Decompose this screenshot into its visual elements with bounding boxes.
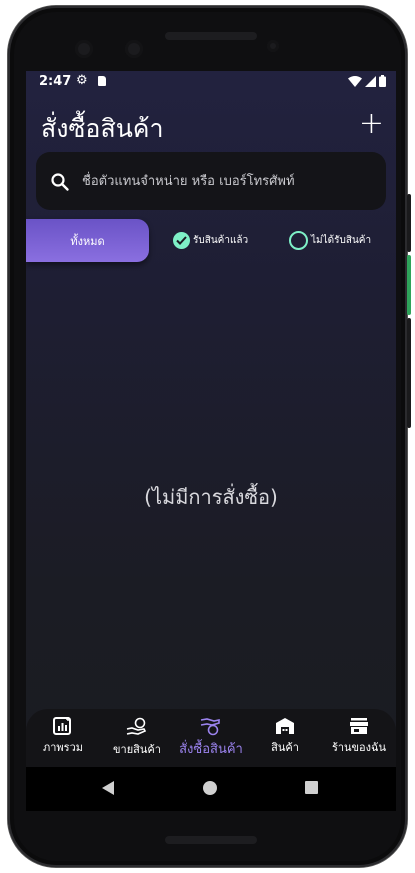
filter-not-received-label: ไม่ได้รับสินค้า [311,234,372,246]
recent-apps-icon[interactable] [305,781,318,794]
filter-all-button[interactable]: ทั้งหมด [26,219,149,262]
nav-item-order[interactable]: สั่งซื้อสินค้า [174,717,248,763]
nav-label-products: สินค้า [271,741,299,754]
status-bar: 2:47 ⚙ [26,71,396,93]
signal-icon [365,75,376,87]
nav-label-overview: ภาพรวม [42,741,83,754]
page-title: สั่งซื้อสินค้า [41,114,164,143]
status-icons [348,75,386,87]
camera-icon [75,40,93,58]
power-button [407,194,411,252]
nav-label-sell: ขายสินค้า [113,743,161,756]
radio-circle-icon [289,230,308,250]
sensor-icon [125,40,143,58]
system-nav-bar [26,767,396,811]
nav-label-order: สั่งซื้อสินค้า [179,742,243,757]
nav-item-overview[interactable]: ภาพรวม [26,717,100,763]
wifi-icon [348,75,362,87]
store-icon [350,718,368,734]
filter-not-received-option[interactable]: ไม่ได้รับสินค้า [289,229,371,251]
nav-item-my-store[interactable]: ร้านของฉัน [322,717,396,763]
volume-button [407,255,411,315]
battery-icon [379,75,386,87]
warehouse-icon [276,718,294,734]
empty-state-message: (ไม่มีการสั่งซื้อ) [144,485,278,509]
hand-coin-icon [126,717,147,735]
nav-label-my-store: ร้านของฉัน [331,741,387,754]
status-time: 2:47 [39,74,72,89]
filter-received-label: รับสินค้าแล้ว [193,234,249,246]
app-screen: 2:47 ⚙ สั่งซื้อสินค้า + ทั้งหมด รับสินค้… [26,71,396,811]
search-bar[interactable] [36,152,386,210]
search-input[interactable] [80,168,374,194]
chart-icon [53,717,71,735]
home-icon[interactable] [203,781,217,795]
bottom-speaker [165,836,257,844]
check-circle-icon [173,231,190,249]
earpiece-speaker [165,32,257,40]
bottom-nav: ภาพรวม ขายสินค้า สั่งซื้อสินค้า สินค้า ร… [26,709,396,767]
nav-item-products[interactable]: สินค้า [248,717,322,763]
gear-icon: ⚙ [76,73,88,88]
filter-received-option[interactable]: รับสินค้าแล้ว [173,229,248,251]
search-icon [51,173,69,191]
back-icon[interactable] [102,781,114,795]
nav-item-sell[interactable]: ขายสินค้า [100,717,174,763]
side-rail [407,318,411,428]
add-order-button[interactable]: + [359,109,384,139]
sd-card-icon [98,76,106,86]
front-sensor-icon [267,40,279,52]
filter-all-label: ทั้งหมด [70,234,105,248]
order-coin-icon [200,718,220,736]
filter-tabs: ทั้งหมด รับสินค้าแล้ว ไม่ได้รับสินค้า [26,219,396,263]
